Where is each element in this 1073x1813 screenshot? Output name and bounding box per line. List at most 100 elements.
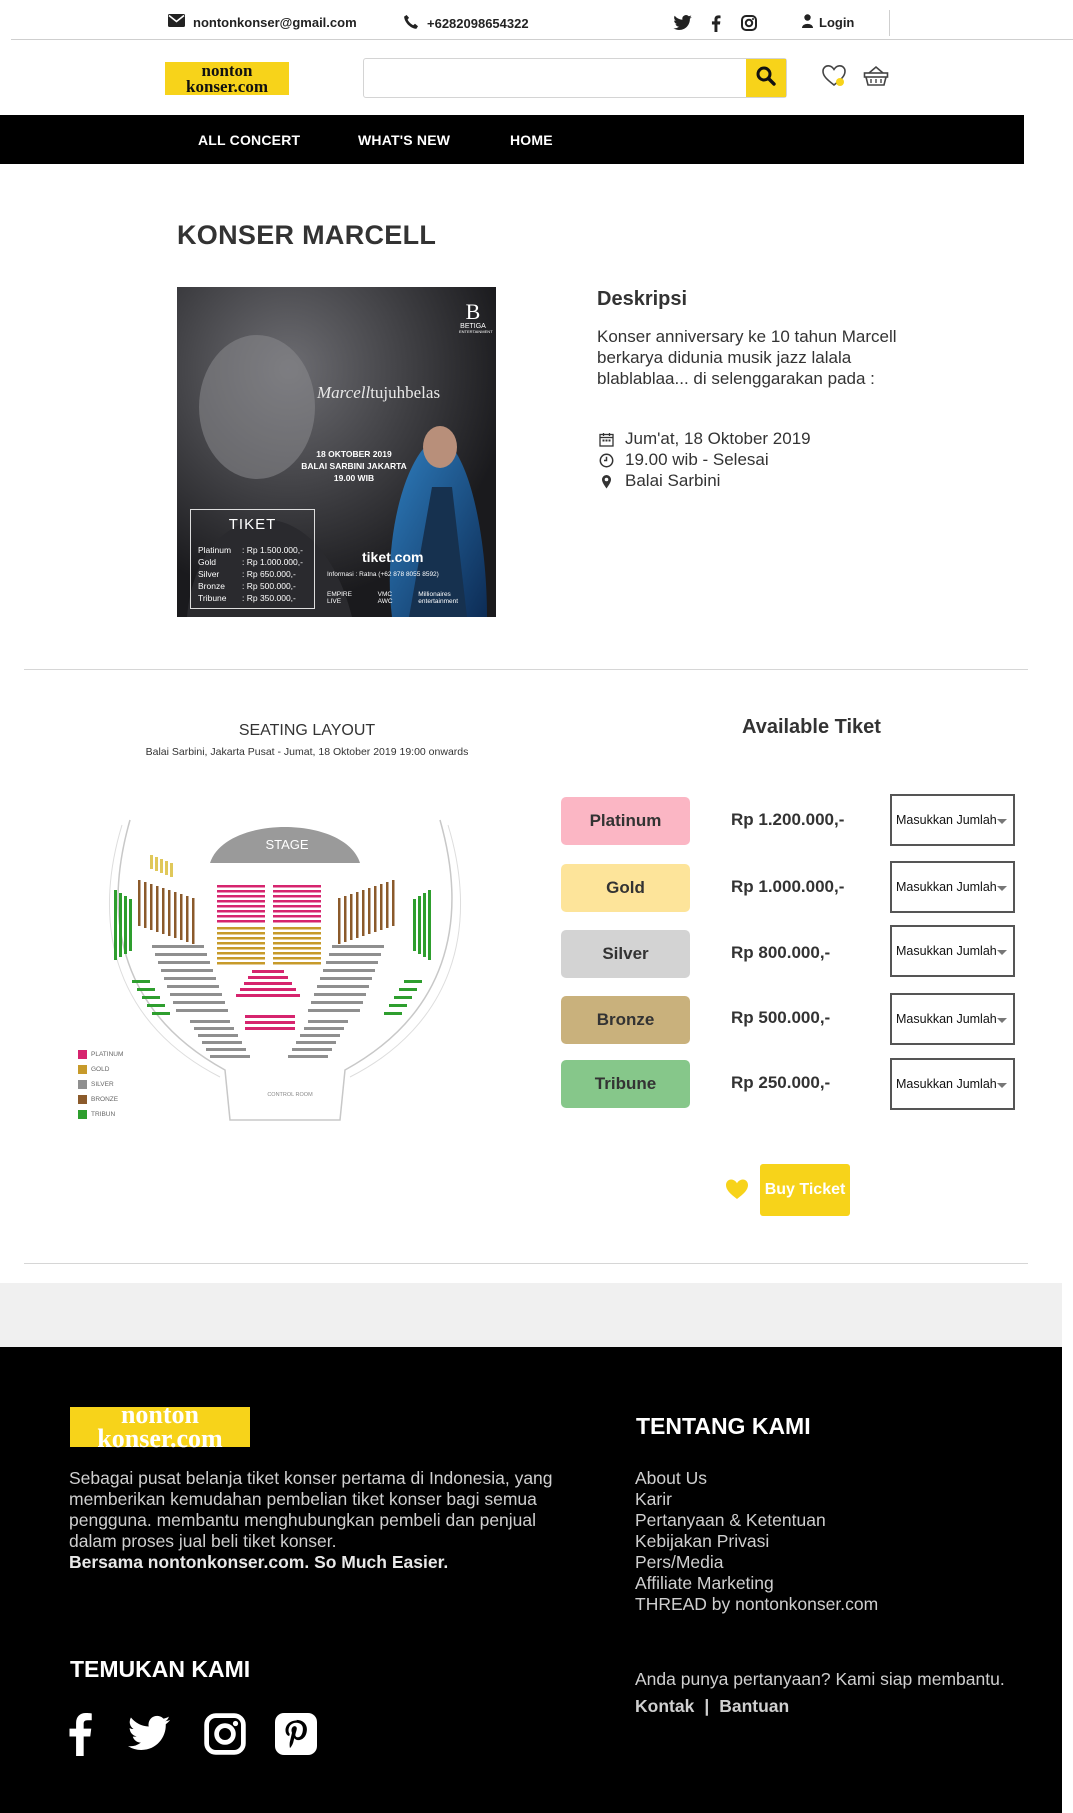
brand-mark-icon: B (465, 299, 481, 324)
contact-link[interactable]: Kontak (635, 1696, 694, 1717)
seat-row-silver (300, 1034, 340, 1037)
seat-col-tribun (119, 893, 122, 957)
footer-link-karir[interactable]: Karir (635, 1489, 878, 1510)
twitter-icon[interactable] (128, 1712, 172, 1756)
nav-all-concert[interactable]: ALL CONCERT (198, 132, 300, 148)
tier-badge: Gold (561, 864, 690, 912)
seat-row-gold (217, 962, 265, 965)
buy-ticket-button[interactable]: Buy Ticket (760, 1164, 850, 1216)
poster-info: Informasi : Ratna (+62 878 8055 8592) (327, 571, 439, 578)
poster-partner-logo: tiket.com (362, 549, 424, 565)
seat-row-tribun (137, 988, 155, 991)
instagram-icon[interactable] (741, 15, 757, 36)
legend-swatch (78, 1080, 87, 1089)
seat-row-silver (308, 1009, 360, 1012)
footer-link-privacy[interactable]: Kebijakan Privasi (635, 1531, 878, 1552)
facebook-icon[interactable] (711, 15, 721, 37)
legend-item: GOLD (78, 1062, 123, 1077)
seat-col-tribun (413, 899, 416, 951)
email-text: nontonkonser@gmail.com (193, 14, 357, 30)
seat-row-silver (158, 961, 210, 964)
seat-row-silver (311, 1001, 363, 1004)
legend-item: SILVER (78, 1077, 123, 1092)
footer-link-press[interactable]: Pers/Media (635, 1552, 878, 1573)
seat-col-bronze (174, 892, 177, 938)
facebook-icon[interactable] (58, 1712, 102, 1756)
quantity-select[interactable]: Masukkan Jumlah (890, 993, 1015, 1045)
search-button[interactable] (746, 59, 786, 97)
wishlist-button[interactable] (820, 64, 848, 92)
poster-tier: Tribune (198, 593, 227, 603)
seat-col-bronze (338, 898, 341, 944)
headline-script: Marcell (317, 383, 371, 402)
poster-price: : Rp 650.000,- (242, 569, 296, 579)
logo-line-2: konser.com (97, 1424, 223, 1453)
login-button[interactable]: Login (802, 14, 854, 31)
footer-links: About Us Karir Pertanyaan & Ketentuan Ke… (635, 1468, 878, 1615)
footer-link-terms[interactable]: Pertanyaan & Ketentuan (635, 1510, 878, 1531)
nav-home[interactable]: HOME (510, 132, 553, 148)
seat-col-bronze (368, 888, 371, 934)
footer-logo[interactable]: nonton konser.com (70, 1402, 250, 1451)
sponsor-logo: VMC AWC (377, 591, 393, 605)
quantity-select[interactable]: Masukkan Jumlah (890, 1058, 1015, 1110)
seat-row-platinum (273, 885, 321, 888)
phone-contact[interactable]: +6282098654322 (403, 14, 529, 33)
seat-row-silver (198, 1034, 238, 1037)
seat-col-gold-upper (155, 857, 158, 871)
phone-icon (403, 14, 419, 33)
poster-sponsors: EMPIRE LIVE VMC AWC Millionaires enterta… (327, 591, 492, 605)
tier-badge: Bronze (561, 996, 690, 1044)
available-tickets-title: Available Tiket (742, 716, 881, 738)
footer-spacer (0, 1283, 1062, 1347)
footer-link-about[interactable]: About Us (635, 1468, 878, 1489)
pinterest-icon[interactable] (274, 1712, 318, 1756)
seat-row-gold (217, 937, 265, 940)
add-to-wishlist-button[interactable] (724, 1177, 750, 1203)
quantity-placeholder: Masukkan Jumlah (896, 944, 997, 958)
tier-price: Rp 250.000,- (731, 1073, 831, 1092)
search-icon (756, 66, 776, 91)
footer-question: Anda punya pertanyaan? Kami siap membant… (635, 1669, 1005, 1689)
caret-down-icon (997, 1018, 1007, 1023)
seat-col-tribun (428, 890, 431, 960)
seat-row-gold (273, 927, 321, 930)
instagram-icon[interactable] (203, 1712, 247, 1756)
cart-button[interactable] (862, 64, 890, 92)
twitter-icon[interactable] (673, 15, 693, 36)
quantity-select[interactable]: Masukkan Jumlah (890, 794, 1015, 846)
search-input[interactable] (364, 59, 748, 97)
seat-row-silver (308, 1020, 348, 1023)
footer-link-affiliate[interactable]: Affiliate Marketing (635, 1573, 878, 1594)
poster-tier: Platinum (198, 545, 232, 555)
seat-col-bronze (380, 884, 383, 930)
seat-row-gold (217, 942, 265, 945)
help-link[interactable]: Bantuan (719, 1696, 789, 1717)
seat-row-silver (314, 993, 366, 996)
seat-row-gold (273, 947, 321, 950)
seat-row-platinum (217, 885, 265, 888)
quantity-select[interactable]: Masukkan Jumlah (890, 925, 1015, 977)
seat-row-platinum (273, 895, 321, 898)
quantity-select[interactable]: Masukkan Jumlah (890, 861, 1015, 913)
footer-link-thread[interactable]: THREAD by nontonkonser.com (635, 1594, 878, 1615)
tier-price: Rp 1.200.000,- (731, 810, 845, 829)
quantity-placeholder: Masukkan Jumlah (896, 1077, 997, 1091)
headline-rest: tujuhbelas (370, 383, 441, 402)
seat-row-silver (194, 1027, 234, 1030)
seat-row-silver (152, 945, 204, 948)
seat-row-platinum (217, 895, 265, 898)
tier-price: Rp 500.000,- (731, 1008, 831, 1027)
legend-item: TRIBUN (78, 1107, 123, 1122)
tier-badge: Silver (561, 930, 690, 978)
site-logo[interactable]: nonton konser.com (165, 62, 289, 95)
email-contact[interactable]: nontonkonser@gmail.com (168, 14, 357, 30)
seat-row-silver (210, 1055, 250, 1058)
seat-col-bronze (162, 888, 165, 934)
nav-whats-new[interactable]: WHAT'S NEW (358, 132, 450, 148)
seat-row-gold (217, 932, 265, 935)
tier-badge: Tribune (561, 1060, 690, 1108)
topbar-rule (11, 39, 1073, 40)
poster-ticket-list: Platinum: Rp 1.500.000,- Gold: Rp 1.000.… (198, 544, 303, 604)
seat-row-silver (317, 985, 369, 988)
